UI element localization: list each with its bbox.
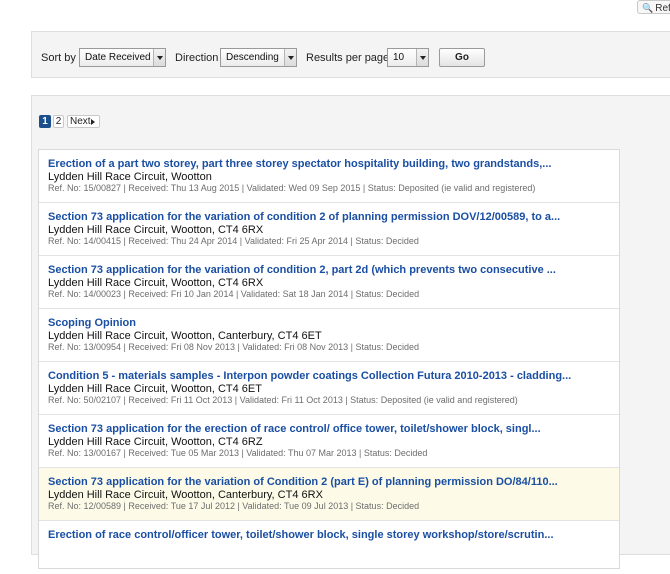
page-2-link[interactable]: 2: [53, 115, 64, 128]
result-title-link[interactable]: Erection of a part two storey, part thre…: [48, 158, 551, 171]
result-address: Lydden Hill Race Circuit, Wootton, Cante…: [48, 330, 322, 342]
result-address: Lydden Hill Race Circuit, Wootton, CT4 6…: [48, 436, 263, 448]
page-1-current: 1: [39, 115, 51, 128]
list-item: Scoping Opinion Lydden Hill Race Circuit…: [39, 309, 619, 362]
result-address: Lydden Hill Race Circuit, Wootton, CT4 6…: [48, 277, 264, 289]
direction-select[interactable]: Descending: [220, 48, 297, 67]
chevron-down-icon: [153, 49, 165, 66]
result-meta: Ref. No: 15/00827 | Received: Thu 13 Aug…: [48, 183, 536, 193]
refine-label: Ref: [655, 3, 670, 14]
list-item: Section 73 application for the variation…: [39, 468, 619, 521]
result-meta: Ref. No: 14/00023 | Received: Fri 10 Jan…: [48, 289, 420, 299]
results-list: Erection of a part two storey, part thre…: [38, 149, 620, 569]
result-meta: Ref. No: 50/02107 | Received: Fri 11 Oct…: [48, 395, 518, 405]
result-title-link[interactable]: Section 73 application for the variation…: [48, 264, 556, 277]
list-item: Erection of race control/officer tower, …: [39, 521, 619, 574]
list-item: Section 73 application for the erection …: [39, 415, 619, 468]
chevron-down-icon: [416, 49, 428, 66]
result-title-link[interactable]: Condition 5 - materials samples - Interp…: [48, 370, 571, 383]
result-meta: Ref. No: 14/00415 | Received: Thu 24 Apr…: [48, 236, 419, 246]
list-item: Erection of a part two storey, part thre…: [39, 150, 619, 203]
sort-by-value: Date Received: [85, 52, 151, 63]
results-per-page-select[interactable]: 10: [387, 48, 429, 67]
results-per-page-value: 10: [393, 52, 405, 63]
results-panel: 1 2 Next Erection of a part two storey, …: [31, 95, 670, 569]
list-item: Section 73 application for the variation…: [39, 203, 619, 256]
go-button[interactable]: Go: [439, 48, 485, 67]
list-item: Section 73 application for the variation…: [39, 256, 619, 309]
result-title-link[interactable]: Section 73 application for the erection …: [48, 423, 541, 436]
list-item: Condition 5 - materials samples - Interp…: [39, 362, 619, 415]
result-address: Lydden Hill Race Circuit, Wootton, CT4 6…: [48, 224, 264, 236]
direction-label: Direction: [175, 52, 219, 64]
search-icon: 🔍: [642, 3, 654, 13]
result-title-link[interactable]: Section 73 application for the variation…: [48, 211, 560, 224]
result-title-link[interactable]: Scoping Opinion: [48, 317, 136, 330]
arrow-right-icon: [91, 119, 95, 125]
result-address: Lydden Hill Race Circuit, Wootton, CT4 6…: [48, 383, 262, 395]
sort-by-select[interactable]: Date Received: [79, 48, 166, 67]
sort-options-bar: Sort by Date Received Direction Descendi…: [31, 31, 670, 78]
refine-search-button[interactable]: 🔍 Ref: [637, 0, 670, 14]
next-page-link[interactable]: Next: [67, 115, 100, 128]
result-address: Lydden Hill Race Circuit, Wootton, Cante…: [48, 489, 323, 501]
result-meta: Ref. No: 13/00954 | Received: Fri 08 Nov…: [48, 342, 420, 352]
result-address: Lydden Hill Race Circuit, Wootton: [48, 171, 212, 183]
results-per-page-label: Results per page: [306, 52, 390, 64]
direction-value: Descending: [226, 52, 279, 63]
result-title-link[interactable]: Erection of race control/officer tower, …: [48, 529, 554, 542]
sort-by-label: Sort by: [41, 52, 76, 64]
result-title-link[interactable]: Section 73 application for the variation…: [48, 476, 558, 489]
chevron-down-icon: [284, 49, 296, 66]
result-meta: Ref. No: 12/00589 | Received: Tue 17 Jul…: [48, 501, 420, 511]
result-meta: Ref. No: 13/00167 | Received: Tue 05 Mar…: [48, 448, 428, 458]
next-label: Next: [70, 116, 91, 127]
